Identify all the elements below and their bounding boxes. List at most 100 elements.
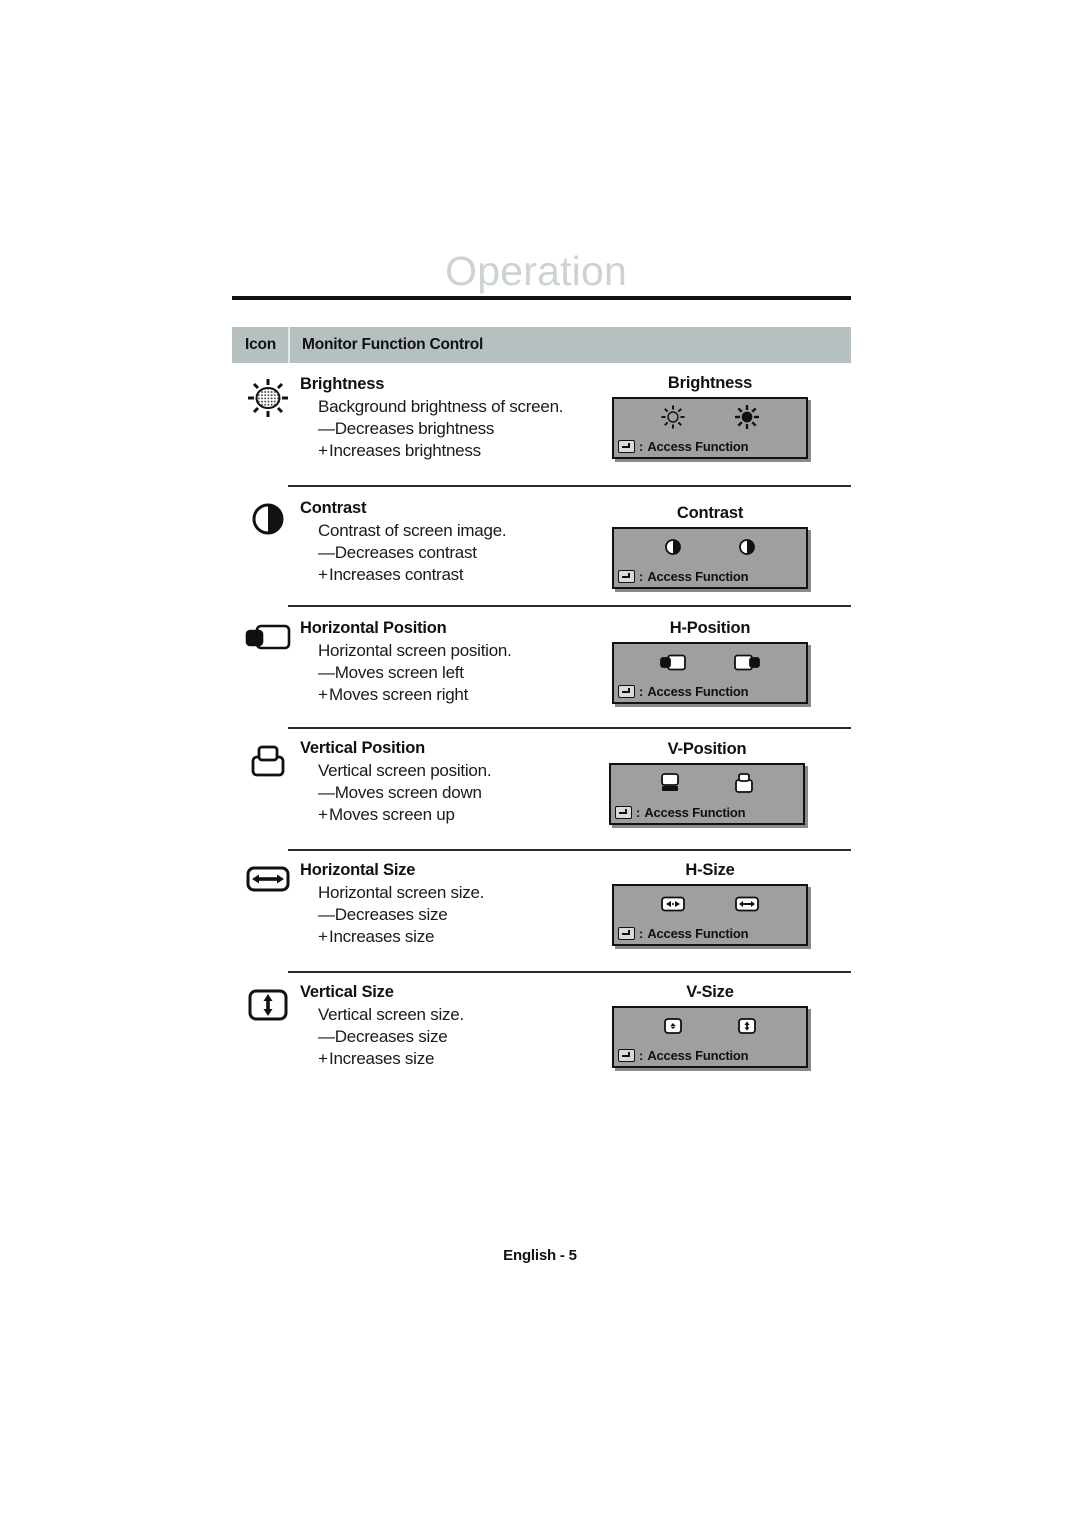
row-divider (288, 485, 851, 487)
function-summary: Vertical screen size. (318, 1005, 464, 1024)
osd-colon: : (639, 1048, 644, 1063)
enter-key-icon (618, 1049, 635, 1062)
osd-footer: : Access Function (615, 805, 746, 820)
osd-label: H-Position (669, 619, 751, 637)
osd-colon: : (639, 684, 644, 699)
enter-key-icon (618, 570, 635, 583)
function-minus-line: —Decreases contrast (318, 543, 477, 562)
osd-box: : Access Function (609, 763, 805, 825)
osd-access-text: Access Function (647, 926, 749, 941)
contrast-icon (240, 499, 296, 555)
row-divider (288, 727, 851, 729)
row-description: Horizontal Size Horizontal screen size. … (300, 859, 600, 948)
title-divider (232, 296, 851, 300)
osd-access-text: Access Function (647, 439, 749, 454)
osd-preview: V-Position: Access Function (592, 739, 822, 825)
function-minus-line: —Moves screen down (318, 783, 482, 802)
table-row: Horizontal Size Horizontal screen size. … (232, 849, 851, 971)
row-description: Vertical Size Vertical screen size. —Dec… (300, 981, 600, 1070)
function-summary: Horizontal screen size. (318, 883, 485, 902)
function-title: Brightness (300, 375, 385, 393)
osd-footer: : Access Function (618, 569, 749, 584)
contrast-low-icon (663, 537, 683, 557)
v-position-icon (240, 741, 296, 797)
page-title: Operation (445, 248, 627, 294)
osd-label: V-Position (667, 740, 747, 758)
function-title: Vertical Position (300, 739, 425, 757)
osd-preview: Brightness: Access Function (595, 373, 825, 459)
table-row: Vertical Size Vertical screen size. —Dec… (232, 971, 851, 1091)
osd-preview: V-Size: Access Function (595, 982, 825, 1068)
function-plus-line: +Increases size (318, 1049, 435, 1068)
osd-access-text: Access Function (647, 684, 749, 699)
osd-box: : Access Function (612, 1006, 808, 1068)
v-position-up-icon (733, 771, 755, 795)
row-description: Horizontal Position Horizontal screen po… (300, 617, 600, 706)
row-description: Contrast Contrast of screen image. —Decr… (300, 497, 600, 586)
table-row: Vertical Position Vertical screen positi… (232, 727, 851, 849)
table-row: Contrast Contrast of screen image. —Decr… (232, 485, 851, 605)
osd-box: : Access Function (612, 884, 808, 946)
function-plus-line: +Moves screen up (318, 805, 455, 824)
table-row: Brightness Background brightness of scre… (232, 365, 851, 485)
osd-colon: : (639, 926, 644, 941)
function-summary: Contrast of screen image. (318, 521, 507, 540)
function-plus-line: +Increases contrast (318, 565, 464, 584)
osd-access-text: Access Function (647, 569, 749, 584)
osd-box: : Access Function (612, 527, 808, 589)
brightness-low-icon (660, 404, 686, 430)
osd-footer: : Access Function (618, 684, 749, 699)
manual-page: Operation Icon Monitor Function Control (0, 0, 1080, 1528)
osd-colon: : (639, 439, 644, 454)
row-description: Brightness Background brightness of scre… (300, 373, 600, 462)
function-title: Vertical Size (300, 983, 394, 1001)
table-row: Horizontal Position Horizontal screen po… (232, 605, 851, 727)
column-header-icon: Icon (245, 336, 277, 353)
function-minus-line: —Moves screen left (318, 663, 464, 682)
function-title: Horizontal Position (300, 619, 447, 637)
osd-label: H-Size (685, 861, 735, 879)
osd-colon: : (639, 569, 644, 584)
h-size-increase-icon (734, 895, 760, 913)
row-divider (288, 971, 851, 973)
v-size-icon (240, 987, 296, 1043)
function-title: Horizontal Size (300, 861, 416, 879)
enter-key-icon (615, 806, 632, 819)
contrast-high-icon (737, 537, 757, 557)
function-summary: Background brightness of screen. (318, 397, 564, 416)
h-position-left-icon (659, 653, 687, 672)
h-position-right-icon (733, 653, 761, 672)
osd-access-text: Access Function (644, 805, 746, 820)
enter-key-icon (618, 440, 635, 453)
osd-footer: : Access Function (618, 1048, 749, 1063)
osd-box: : Access Function (612, 397, 808, 459)
v-size-decrease-icon (662, 1016, 684, 1036)
function-title: Contrast (300, 499, 367, 517)
row-divider (288, 605, 851, 607)
function-plus-line: +Increases size (318, 927, 435, 946)
osd-preview: H-Position: Access Function (595, 618, 825, 704)
function-minus-line: —Decreases size (318, 1027, 448, 1046)
function-minus-line: —Decreases brightness (318, 419, 495, 438)
osd-label: V-Size (686, 983, 734, 1001)
osd-footer: : Access Function (618, 926, 749, 941)
table-header: Icon Monitor Function Control (232, 327, 851, 363)
row-divider (288, 849, 851, 851)
v-position-down-icon (659, 771, 681, 795)
osd-access-text: Access Function (647, 1048, 749, 1063)
osd-footer: : Access Function (618, 439, 749, 454)
osd-box: : Access Function (612, 642, 808, 704)
h-size-decrease-icon (660, 895, 686, 913)
function-summary: Horizontal screen position. (318, 641, 512, 660)
enter-key-icon (618, 927, 635, 940)
brightness-high-icon (734, 404, 760, 430)
row-description: Vertical Position Vertical screen positi… (300, 737, 600, 826)
v-size-increase-icon (736, 1016, 758, 1036)
page-footer: English - 5 (503, 1247, 577, 1264)
function-summary: Vertical screen position. (318, 761, 492, 780)
osd-label: Contrast (676, 504, 744, 522)
osd-preview: Contrast: Access Function (595, 503, 825, 589)
brightness-icon (240, 375, 296, 431)
enter-key-icon (618, 685, 635, 698)
h-size-icon (240, 863, 296, 919)
